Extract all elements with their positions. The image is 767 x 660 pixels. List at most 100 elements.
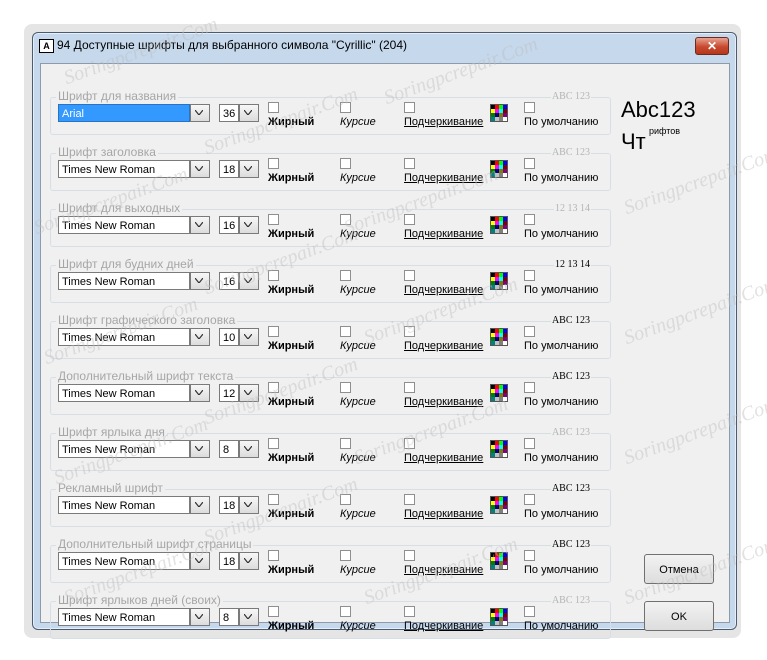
size-dropdown-button[interactable] [239,272,259,290]
font-dropdown-button[interactable] [190,272,210,290]
bold-checkbox[interactable] [268,102,279,113]
bold-checkbox[interactable] [268,326,279,337]
italic-checkbox[interactable] [340,606,351,617]
size-dropdown-button[interactable] [239,160,259,178]
font-name-select[interactable]: Times New Roman [58,328,190,346]
font-dropdown-button[interactable] [190,216,210,234]
underline-checkbox[interactable] [404,214,415,225]
bold-checkbox[interactable] [268,214,279,225]
default-checkbox[interactable] [524,382,535,393]
italic-label: Курсие [340,452,376,464]
group-title: Шрифт заголовка [56,145,158,159]
color-palette-button[interactable] [490,496,508,514]
font-name-select[interactable]: Times New Roman [58,160,190,178]
font-dropdown-button[interactable] [190,608,210,626]
default-checkbox[interactable] [524,326,535,337]
bold-checkbox[interactable] [268,438,279,449]
size-dropdown-button[interactable] [239,496,259,514]
cancel-button[interactable]: Отмена [644,554,714,584]
size-dropdown-button[interactable] [239,552,259,570]
sample-text: ABC 123 [550,595,591,607]
default-checkbox[interactable] [524,494,535,505]
color-palette-button[interactable] [490,608,508,626]
color-palette-button[interactable] [490,328,508,346]
font-name-select[interactable]: Times New Roman [58,496,190,514]
underline-checkbox[interactable] [404,550,415,561]
font-name-select[interactable]: Arial [58,104,190,122]
font-size-select[interactable]: 16 [219,216,239,234]
italic-checkbox[interactable] [340,382,351,393]
underline-checkbox[interactable] [404,102,415,113]
close-button[interactable]: ✕ [695,37,729,55]
font-size-select[interactable]: 18 [219,160,239,178]
size-dropdown-button[interactable] [239,440,259,458]
color-palette-button[interactable] [490,104,508,122]
bold-checkbox[interactable] [268,382,279,393]
underline-checkbox[interactable] [404,270,415,281]
font-dropdown-button[interactable] [190,328,210,346]
font-dropdown-button[interactable] [190,552,210,570]
font-size-select[interactable]: 18 [219,496,239,514]
color-palette-button[interactable] [490,440,508,458]
color-palette-button[interactable] [490,272,508,290]
underline-checkbox[interactable] [404,494,415,505]
underline-checkbox[interactable] [404,606,415,617]
font-name-select[interactable]: Times New Roman [58,608,190,626]
italic-checkbox[interactable] [340,494,351,505]
size-dropdown-button[interactable] [239,384,259,402]
default-checkbox[interactable] [524,102,535,113]
bold-label: Жирный [268,172,315,184]
color-palette-button[interactable] [490,216,508,234]
font-name-select[interactable]: Times New Roman [58,440,190,458]
italic-checkbox[interactable] [340,438,351,449]
italic-checkbox[interactable] [340,550,351,561]
italic-checkbox[interactable] [340,270,351,281]
default-checkbox[interactable] [524,606,535,617]
underline-checkbox[interactable] [404,438,415,449]
font-size-select[interactable]: 36 [219,104,239,122]
title-bar[interactable]: A 94 Доступные шрифты для выбранного сим… [33,33,736,57]
bold-checkbox[interactable] [268,494,279,505]
bold-checkbox[interactable] [268,550,279,561]
italic-checkbox[interactable] [340,214,351,225]
default-checkbox[interactable] [524,158,535,169]
font-name-select[interactable]: Times New Roman [58,272,190,290]
font-size-select[interactable]: 16 [219,272,239,290]
default-checkbox[interactable] [524,550,535,561]
font-size-select[interactable]: 10 [219,328,239,346]
font-size-select[interactable]: 8 [219,608,239,626]
italic-checkbox[interactable] [340,102,351,113]
bold-checkbox[interactable] [268,606,279,617]
bold-checkbox[interactable] [268,270,279,281]
italic-label: Курсие [340,508,376,520]
default-checkbox[interactable] [524,270,535,281]
default-checkbox[interactable] [524,214,535,225]
bold-label: Жирный [268,452,315,464]
color-palette-button[interactable] [490,552,508,570]
font-size-select[interactable]: 12 [219,384,239,402]
font-dropdown-button[interactable] [190,160,210,178]
size-dropdown-button[interactable] [239,216,259,234]
italic-checkbox[interactable] [340,326,351,337]
color-palette-button[interactable] [490,384,508,402]
font-size-select[interactable]: 8 [219,440,239,458]
font-name-select[interactable]: Times New Roman [58,384,190,402]
font-dropdown-button[interactable] [190,104,210,122]
underline-checkbox[interactable] [404,158,415,169]
ok-button[interactable]: OK [644,601,714,631]
size-dropdown-button[interactable] [239,608,259,626]
color-palette-button[interactable] [490,160,508,178]
default-checkbox[interactable] [524,438,535,449]
font-name-select[interactable]: Times New Roman [58,552,190,570]
font-dropdown-button[interactable] [190,440,210,458]
underline-checkbox[interactable] [404,382,415,393]
size-dropdown-button[interactable] [239,328,259,346]
size-dropdown-button[interactable] [239,104,259,122]
font-dropdown-button[interactable] [190,496,210,514]
font-size-select[interactable]: 18 [219,552,239,570]
italic-checkbox[interactable] [340,158,351,169]
underline-checkbox[interactable] [404,326,415,337]
font-name-select[interactable]: Times New Roman [58,216,190,234]
font-dropdown-button[interactable] [190,384,210,402]
bold-checkbox[interactable] [268,158,279,169]
